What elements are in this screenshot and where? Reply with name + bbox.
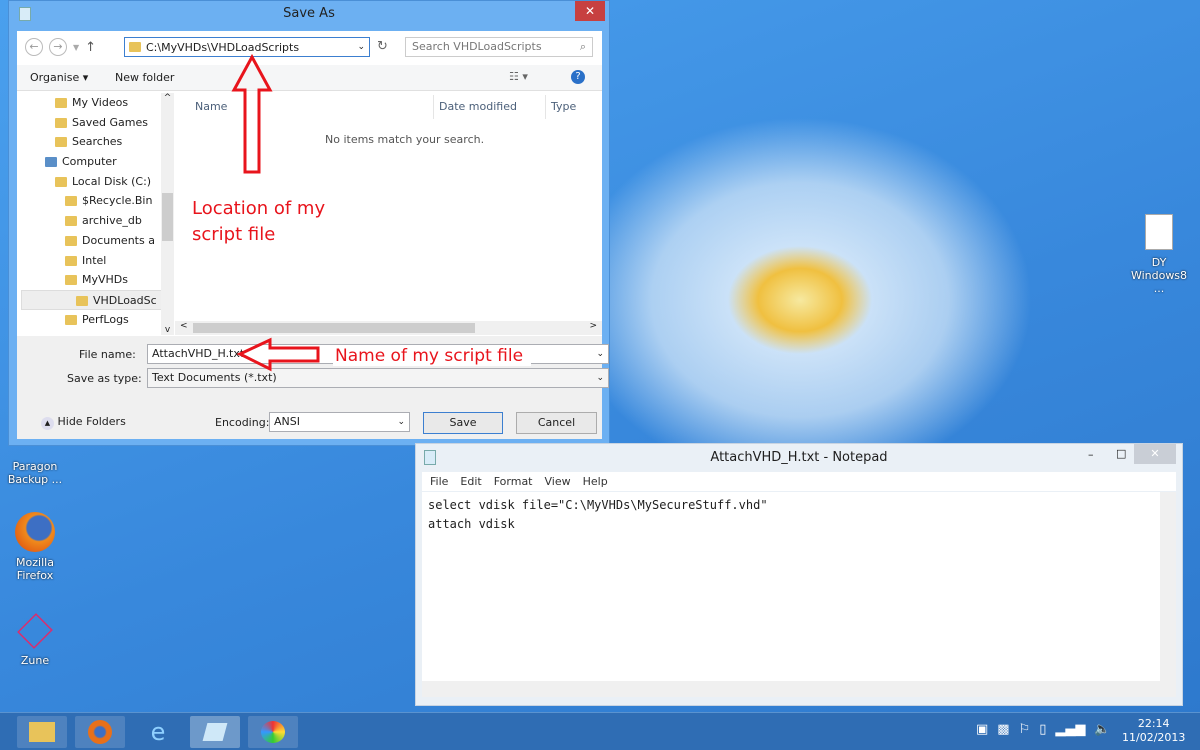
- menu-bar: File Edit Format View Help: [422, 472, 1176, 491]
- taskbar-firefox[interactable]: [75, 716, 125, 748]
- encoding-label: Encoding:: [215, 416, 270, 429]
- volume-icon[interactable]: 🔈: [1094, 722, 1110, 737]
- zune-icon: [17, 613, 53, 649]
- action-center-flag-icon[interactable]: ⚐: [1019, 722, 1031, 737]
- chevron-up-icon: ▲: [41, 417, 54, 430]
- notepad-window: AttachVHD_H.txt - Notepad – □ ✕ File Edi…: [415, 443, 1183, 706]
- icon-label: Paragon Backup ...: [7, 460, 63, 486]
- menu-help[interactable]: Help: [583, 472, 608, 491]
- ie-icon: e: [150, 718, 166, 746]
- icon-label: Mozilla Firefox: [16, 556, 54, 582]
- taskbar-internet-explorer[interactable]: e: [133, 716, 183, 748]
- taskbar-file-explorer[interactable]: [17, 716, 67, 748]
- annotation-location: Location of my script file: [192, 198, 326, 245]
- icon-label: Zune: [20, 654, 50, 667]
- desktop-icon-zune[interactable]: Zune: [0, 612, 70, 667]
- menu-view[interactable]: View: [545, 472, 571, 491]
- notepad-text-area[interactable]: select vdisk file="C:\MyVHDs\MySecureStu…: [422, 492, 1160, 681]
- encoding-select[interactable]: ANSI ⌄: [269, 412, 410, 432]
- app-tray-icon[interactable]: ▩: [997, 722, 1009, 737]
- desktop-icon-firefox[interactable]: Mozilla Firefox: [0, 512, 70, 582]
- taskbar: e ▣ ▩ ⚐ ▯ ▂▄▆ 🔈 22:14 11/02/2013: [0, 712, 1200, 750]
- menu-format[interactable]: Format: [494, 472, 533, 491]
- taskbar-notepad[interactable]: [190, 716, 240, 748]
- system-tray: ▣ ▩ ⚐ ▯ ▂▄▆ 🔈: [976, 722, 1111, 737]
- time: 22:14: [1137, 717, 1170, 730]
- notepad-title: AttachVHD_H.txt - Notepad: [710, 450, 888, 465]
- text-file-icon: [1145, 214, 1173, 250]
- signal-icon[interactable]: ▂▄▆: [1055, 722, 1085, 737]
- clock[interactable]: 22:14 11/02/2013: [1122, 717, 1185, 745]
- battery-icon[interactable]: ▯: [1039, 722, 1046, 737]
- minimize-button[interactable]: –: [1088, 448, 1094, 461]
- encoding-value: ANSI: [274, 415, 300, 428]
- taskbar-paint[interactable]: [248, 716, 298, 748]
- menu-file[interactable]: File: [430, 472, 448, 491]
- firefox-icon: [15, 512, 55, 552]
- icon-label: DY Windows8 ...: [1130, 256, 1188, 295]
- date: 11/02/2013: [1122, 731, 1186, 744]
- arrow-left-to-filename: [236, 337, 320, 372]
- paint-icon: [261, 721, 285, 743]
- notepad-close-button[interactable]: ✕: [1134, 444, 1176, 464]
- file-explorer-icon: [29, 722, 55, 742]
- hide-folders-label: Hide Folders: [57, 415, 126, 428]
- annotation-arrows: [231, 53, 320, 372]
- notepad-icon: [202, 723, 228, 741]
- horizontal-scrollbar[interactable]: [422, 681, 1176, 697]
- annotation-name: Name of my script file: [333, 346, 532, 366]
- vertical-scrollbar[interactable]: [1160, 492, 1176, 681]
- save-button[interactable]: Save: [423, 412, 503, 434]
- desktop-icon-dy-windows8[interactable]: DY Windows8 ...: [1124, 214, 1194, 295]
- maximize-button[interactable]: □: [1116, 447, 1126, 460]
- firefox-icon: [88, 720, 112, 744]
- menu-edit[interactable]: Edit: [460, 472, 481, 491]
- network-device-icon[interactable]: ▣: [976, 722, 988, 737]
- desktop-icon-paragon[interactable]: Paragon Backup ...: [0, 460, 70, 486]
- notepad-icon: [424, 450, 436, 465]
- hide-folders-button[interactable]: ▲ Hide Folders: [41, 415, 126, 430]
- arrow-up-to-address: [231, 53, 273, 174]
- cancel-button[interactable]: Cancel: [516, 412, 597, 434]
